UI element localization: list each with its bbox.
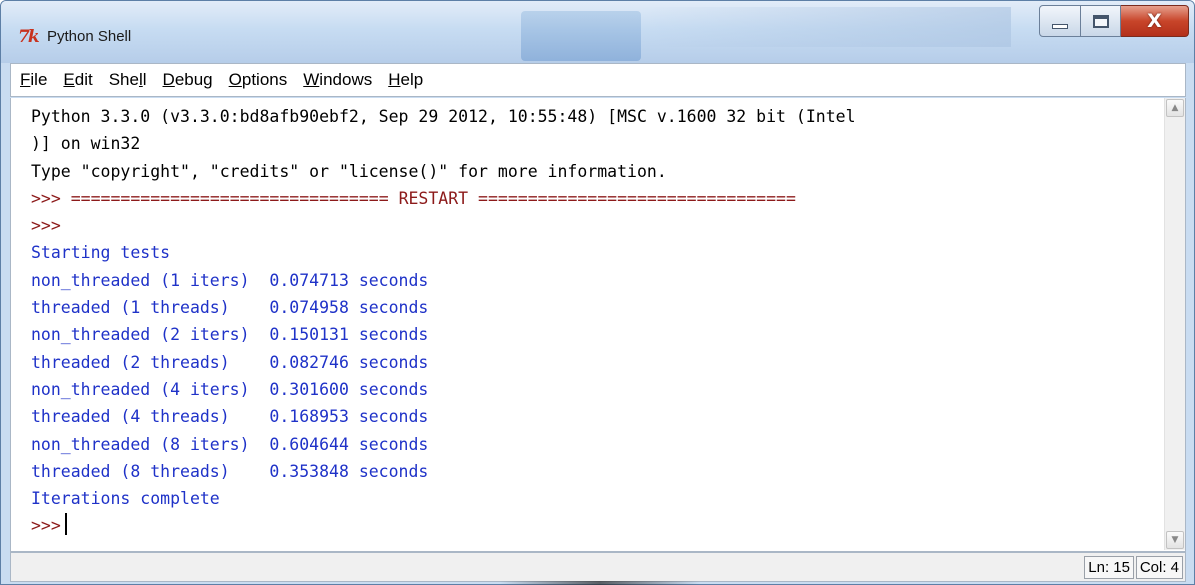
shell-line: Python 3.3.0 (v3.3.0:bd8afb90ebf2, Sep 2… (31, 107, 856, 126)
scroll-down-arrow-icon[interactable]: ▼ (1166, 531, 1184, 549)
shell-line: Starting tests (31, 243, 171, 263)
shell-text-area[interactable]: Python 3.3.0 (v3.3.0:bd8afb90ebf2, Sep 2… (11, 98, 1165, 550)
menu-label-part: ptions (241, 70, 288, 89)
close-button[interactable]: X (1121, 5, 1189, 37)
shell-line: non_threaded (1 iters) 0.074713 seconds (31, 270, 429, 290)
text-cursor (64, 513, 67, 536)
menu-item[interactable]: Debug (163, 70, 213, 90)
menu-accelerator-letter: O (228, 70, 242, 89)
minimize-button[interactable] (1039, 5, 1081, 37)
vertical-scrollbar[interactable]: ▲ ▼ (1164, 98, 1185, 550)
maximize-icon (1092, 14, 1109, 28)
prompt-marker: >>> (31, 216, 61, 236)
shell-line: threaded (8 threads) 0.353848 seconds (31, 461, 429, 481)
restart-banner: ================================ RESTART… (60, 188, 796, 208)
shell-line: >>> ================================ RES… (31, 185, 1165, 212)
close-icon: X (1147, 10, 1162, 32)
menu-item[interactable]: Help (388, 70, 423, 90)
python-shell-window: 7k Python Shell X File Edit Shell Debug Opti… (0, 0, 1195, 585)
menu-bar: File Edit Shell Debug Options Windows Help (10, 63, 1186, 97)
menu-label-part: ile (30, 70, 48, 89)
column-number-indicator: Col: 4 (1135, 556, 1183, 579)
shell-line: )] on win32 (31, 134, 141, 154)
menu-item[interactable]: Options (229, 70, 288, 90)
menu-item[interactable]: Shell (109, 70, 147, 90)
menu-accelerator-letter: H (388, 70, 401, 89)
line-number-indicator: Ln: 15 (1084, 556, 1134, 579)
tk-app-icon[interactable]: 7k (18, 27, 42, 47)
shell-line: non_threaded (8 iters) 0.604644 seconds (31, 434, 429, 454)
taskbar-shadow (500, 581, 700, 585)
shell-line: non_threaded (2 iters) 0.150131 seconds (31, 325, 429, 345)
maximize-button[interactable] (1081, 5, 1121, 37)
menu-accelerator-letter: F (20, 70, 31, 89)
minimize-icon (1052, 23, 1068, 29)
shell-line: Type "copyright", "credits" or "license(… (31, 161, 667, 181)
shell-line: >>> (31, 212, 1165, 239)
shell-editor[interactable]: Python 3.3.0 (v3.3.0:bd8afb90ebf2, Sep 2… (10, 98, 1186, 552)
window-controls: X (1039, 5, 1189, 37)
window-title: Python Shell (47, 28, 132, 45)
shell-line: Iterations complete (31, 489, 220, 509)
prompt-marker: >>> (31, 188, 61, 208)
scroll-up-arrow-icon[interactable]: ▲ (1166, 99, 1184, 117)
menu-item[interactable]: File (20, 70, 47, 90)
menu-item[interactable]: Edit (63, 70, 92, 90)
shell-line: non_threaded (4 iters) 0.301600 seconds (31, 379, 429, 399)
status-bar: Ln: 15 Col: 4 (10, 552, 1186, 582)
menu-item[interactable]: Windows (303, 70, 372, 90)
menu-label-part: She (108, 70, 139, 89)
shell-line: threaded (2 threads) 0.082746 seconds (31, 352, 429, 372)
title-bar[interactable]: 7k Python Shell X (1, 1, 1194, 63)
menu-label-part: ebug (174, 70, 213, 89)
menu-label-part: dit (74, 70, 93, 89)
menu-label-part: l (142, 70, 147, 89)
prompt-marker: >>> (31, 516, 61, 536)
menu-accelerator-letter: W (303, 70, 320, 89)
menu-accelerator-letter: D (162, 70, 175, 89)
shell-line: threaded (1 threads) 0.074958 seconds (31, 298, 429, 318)
shell-line: >>> (31, 512, 1165, 539)
background-blur (521, 11, 641, 61)
background-blur-2 (641, 7, 1011, 47)
menu-accelerator-letter: E (63, 70, 75, 89)
menu-label-part: elp (400, 70, 424, 89)
menu-label-part: indows (319, 70, 373, 89)
shell-line: threaded (4 threads) 0.168953 seconds (31, 407, 429, 427)
